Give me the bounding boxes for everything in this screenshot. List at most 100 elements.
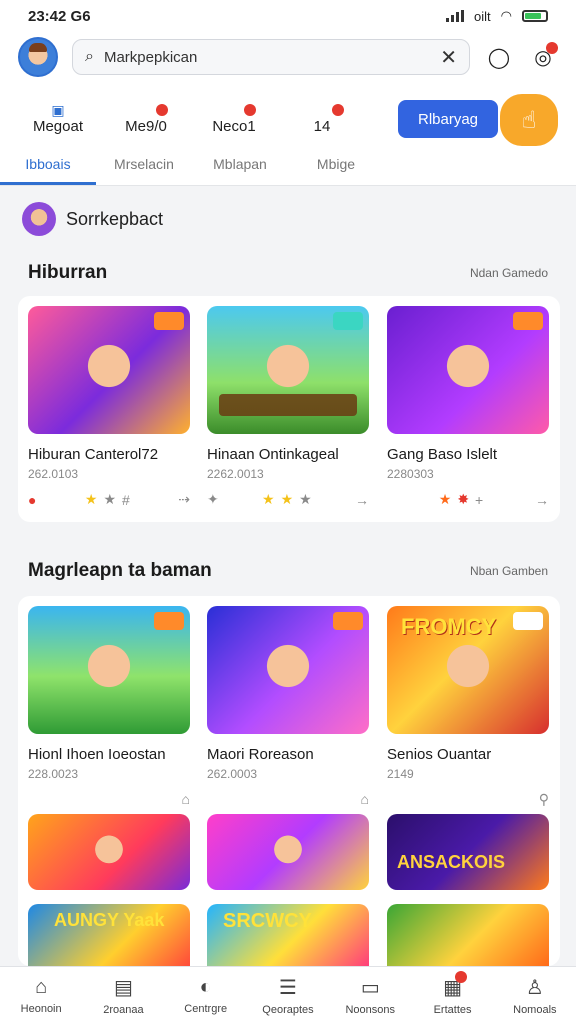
nav-programs[interactable]: ▤ 2roanaa xyxy=(82,967,164,1024)
primary-action-button[interactable]: Rlbaryag xyxy=(398,100,498,138)
message-icon: ▭ xyxy=(360,977,380,999)
game-meta: 2280303 xyxy=(387,467,434,481)
nav-label: Qeoraptes xyxy=(262,1004,314,1016)
notification-badge xyxy=(546,42,558,54)
game-thumbnail[interactable]: FROMCY xyxy=(387,606,549,734)
heart-icon[interactable]: ● xyxy=(28,492,36,508)
nav-label: Noonsons xyxy=(345,1004,396,1016)
card-actions: ⌂ xyxy=(28,791,190,807)
bookmark-icon[interactable]: ⌂ xyxy=(361,791,369,807)
game-thumbnail[interactable] xyxy=(207,306,369,434)
game-thumbnail[interactable] xyxy=(387,904,549,966)
game-card[interactable]: Hionl Ihoen Ioeostan 228.0023 ⌂ xyxy=(28,606,190,807)
share-icon[interactable]: ⚲ xyxy=(539,791,549,808)
profile-row[interactable]: Sorrkepbact xyxy=(22,202,163,236)
shortcut-badge xyxy=(244,103,256,116)
game-thumbnail[interactable]: ANSACKOIS xyxy=(387,814,549,890)
badge-icon: ✸ xyxy=(457,491,470,507)
game-thumbnail[interactable] xyxy=(28,306,190,434)
card-actions: ● ★ ★ # ⇢ xyxy=(28,491,190,508)
nav-label: Heonoin xyxy=(20,1003,62,1015)
search-input[interactable]: Markpepkican xyxy=(104,49,430,66)
game-thumbnail[interactable] xyxy=(28,814,190,890)
game-card[interactable]: Maori Roreason 262.0003 ⌂ xyxy=(207,606,369,807)
game-title: Gang Baso Islelt xyxy=(387,446,498,463)
tab-home[interactable]: Ibboais xyxy=(0,146,96,185)
signal-icon xyxy=(446,10,465,22)
section-see-all-link[interactable]: Nban Gamben xyxy=(470,564,548,578)
section-see-all-link[interactable]: Ndan Gamedo xyxy=(470,266,548,280)
status-time: 23:42 G6 xyxy=(28,7,91,25)
shortcut-item[interactable]: ▣ Megoat xyxy=(14,102,102,135)
game-card[interactable]: FROMCY Senios Ouantar 2149 ⚲ xyxy=(387,606,549,808)
shortcut-label: Neco1 xyxy=(212,117,256,135)
home-icon: ⌂ xyxy=(35,976,48,998)
nav-categories[interactable]: ☰ Qeoraptes xyxy=(247,967,329,1024)
star-icon: ★ xyxy=(103,491,117,507)
tab-third[interactable]: Mblapan xyxy=(192,146,288,185)
bookmark-icon[interactable]: ⌂ xyxy=(182,791,190,807)
nav-center[interactable]: ◐ Centrgre xyxy=(165,967,247,1024)
tab-bar: Ibboais Mrselacin Mblapan Mbige xyxy=(0,146,576,186)
thumbnail-text: AUNGY Yaak xyxy=(54,910,165,930)
shortcut-item[interactable]: Neco1 xyxy=(190,102,278,135)
list-icon: ☰ xyxy=(279,977,297,999)
section-title: Hiburran xyxy=(28,262,108,283)
top-header: ⌕ Markpepkican ✕ ◯ ◎ xyxy=(0,32,576,82)
share-icon[interactable]: → xyxy=(355,492,369,508)
clipboard-icon: ▤ xyxy=(113,977,133,999)
user-avatar[interactable] xyxy=(18,37,58,77)
share-icon[interactable]: → xyxy=(535,492,549,508)
search-bar[interactable]: ⌕ Markpepkican ✕ xyxy=(72,39,470,75)
thumbnail-text: SRCWCY xyxy=(223,910,312,932)
nav-label: Centrgre xyxy=(184,1003,228,1015)
gamepad-icon: ▣ xyxy=(51,101,65,118)
nav-notifications[interactable]: ▦ Ertattes xyxy=(411,967,493,1024)
hand-pointer-icon[interactable]: ☝ xyxy=(500,94,558,146)
game-card[interactable]: Hinaan Ontinkageal 2262.0013 ✦ ★ ★ ★ → xyxy=(207,306,369,508)
nav-badge xyxy=(455,971,468,983)
nav-label: Ertattes xyxy=(433,1004,472,1016)
card-actions: ✦ ★ ★ ★ → xyxy=(207,491,369,508)
game-title: Senios Ouantar xyxy=(387,746,492,763)
game-card[interactable]: Gang Baso Islelt 2280303 ★ ✸ + → xyxy=(387,306,549,508)
compass-icon: ◐ xyxy=(199,976,212,998)
clear-search-icon[interactable]: ✕ xyxy=(440,45,457,70)
game-thumbnail[interactable] xyxy=(28,606,190,734)
game-thumbnail[interactable] xyxy=(207,606,369,734)
game-meta: 2149 xyxy=(387,767,414,781)
shortcut-item[interactable]: 14 xyxy=(278,102,366,135)
nav-messages[interactable]: ▭ Noonsons xyxy=(329,967,411,1024)
plus-icon[interactable]: + xyxy=(475,492,483,508)
section-title: Magrleapn ta baman xyxy=(28,560,212,581)
game-thumbnail[interactable] xyxy=(387,306,549,434)
game-thumbnail[interactable] xyxy=(207,814,369,890)
nav-label: Nomoals xyxy=(513,1004,557,1016)
chat-icon[interactable]: ◯ xyxy=(484,42,514,72)
game-title: Hionl Ihoen Ioeostan xyxy=(28,746,166,763)
game-meta: 2262.0013 xyxy=(207,467,264,481)
star-icon: ★ xyxy=(84,491,98,507)
nav-home[interactable]: ⌂ Heonoin xyxy=(0,967,82,1024)
game-card[interactable]: Hiburan Canterol72 262.0103 ● ★ ★ # ⇢ xyxy=(28,306,190,508)
bottom-navigation: ⌂ Heonoin ▤ 2roanaa ◐ Centrgre ☰ Qeoraptes ▭… xyxy=(0,966,576,1024)
notification-icon[interactable]: ◎ xyxy=(528,42,558,72)
sparkle-icon: ✦ xyxy=(207,491,219,507)
status-bar: 23:42 G6 oilt ◠ xyxy=(0,0,576,32)
thumbnail-text: FROMCY xyxy=(401,614,497,639)
game-thumbnail[interactable]: SRCWCY xyxy=(207,904,369,966)
shortcut-item[interactable]: Me9/0 xyxy=(102,102,190,135)
game-meta: 228.0023 xyxy=(28,767,79,781)
shortcut-label: Me9/0 xyxy=(125,117,167,135)
game-title: Maori Roreason xyxy=(207,746,314,763)
share-icon[interactable]: ⇢ xyxy=(178,491,190,508)
shortcut-badge xyxy=(332,103,344,116)
tab-second[interactable]: Mrselacin xyxy=(96,146,192,185)
game-meta: 262.0003 xyxy=(207,767,258,781)
nav-profile[interactable]: ♙ Nomoals xyxy=(494,967,576,1024)
game-thumbnail[interactable]: AUNGY Yaak xyxy=(28,904,190,966)
network-label: oilt xyxy=(474,8,491,24)
tab-fourth[interactable]: Mbige xyxy=(288,146,384,185)
card-actions: ⌂ xyxy=(207,791,369,807)
star-icon: ★ xyxy=(262,491,275,507)
